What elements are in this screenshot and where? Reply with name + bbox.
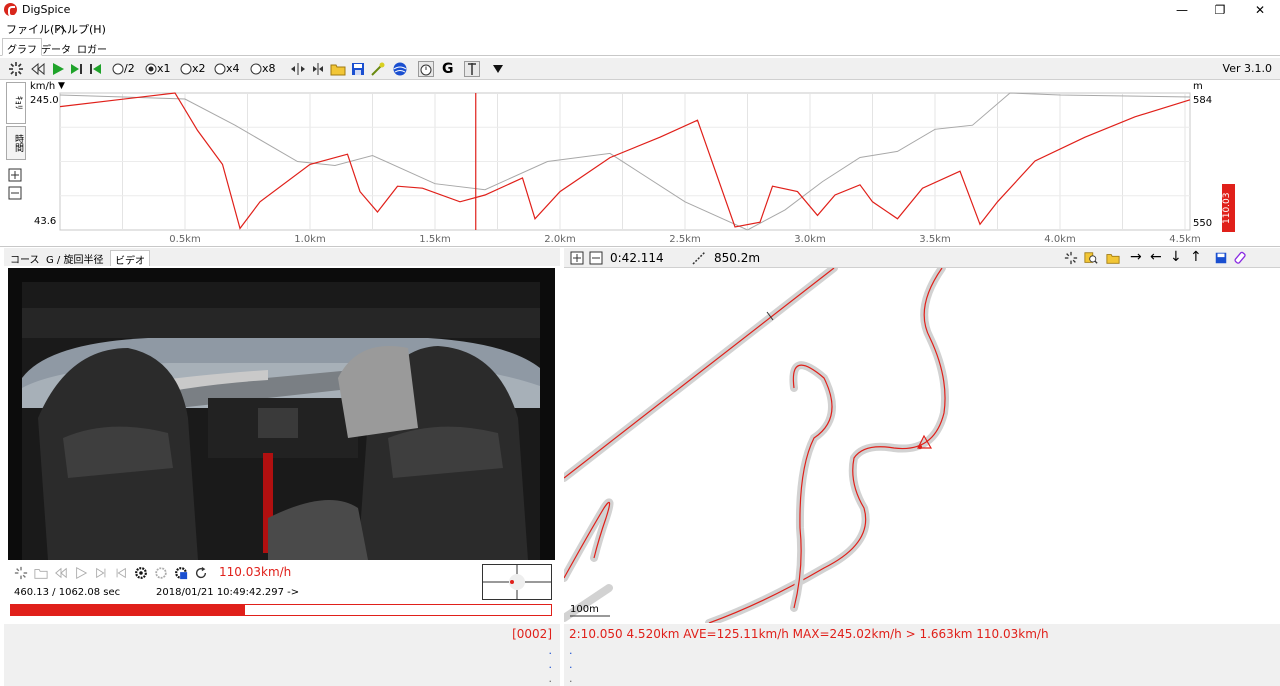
cursor-marker-icon[interactable] [464,61,480,77]
step-forward-icon[interactable] [68,61,84,77]
video-sync-gear-icon[interactable] [154,566,168,580]
window-title: DigSpice [22,3,71,16]
minimize-button[interactable]: — [1162,0,1202,20]
x-tick-label: 3.5km [919,234,950,245]
status-dot: . [548,658,553,671]
open-folder-icon[interactable] [330,61,346,77]
x-tick-label: 1.0km [294,234,325,245]
stopwatch-icon[interactable] [418,61,434,77]
lap-summary-text: 2:10.050 4.520km AVE=125.11km/h MAX=245.… [569,627,1049,641]
track-map-drawing [564,268,950,623]
x-tick-label: 1.5km [419,234,450,245]
chart-grid [59,92,1191,231]
video-spinner-icon[interactable] [14,566,28,580]
status-dot: . [569,658,573,671]
x-tick-label: 0.5km [169,234,200,245]
map-zoom-in-icon[interactable] [570,251,584,265]
video-camera-gear-icon[interactable] [174,566,188,580]
x-tick-label: 2.0km [544,234,575,245]
tab-data[interactable]: データ [36,38,76,56]
playback-toolbar: /2 x1 x2 x4 x8 G Ver 3.1.0 [0,58,1280,80]
status-right-panel: 2:10.050 4.520km AVE=125.11km/h MAX=245.… [564,624,1280,686]
speed-label-x4: x4 [226,62,240,75]
play-icon[interactable] [50,61,66,77]
menu-bar: ファイル(F) ヘルプ(H) [0,20,1280,36]
x-tick-label: 2.5km [669,234,700,245]
course-map[interactable]: 100m [564,268,1280,623]
video-settings-gear-icon[interactable] [134,566,148,580]
video-progress-bar[interactable] [10,604,552,616]
x-tick-label: 4.5km [1169,234,1200,245]
expand-horizontal-icon[interactable] [290,61,306,77]
video-speed-readout: 110.03km/h [219,565,292,579]
video-play-icon[interactable] [74,566,88,580]
save-icon[interactable] [350,61,366,77]
speed-label-x8: x8 [262,62,276,75]
video-time-readout: 460.13 / 1062.08 sec [14,587,121,598]
status-dot: . [548,644,553,657]
video-timestamp: 2018/01/21 10:49:42.297 -> [156,587,300,598]
speed-series-line [59,92,1191,230]
map-pan-right-icon[interactable]: → [1130,249,1142,265]
shrink-horizontal-icon[interactable] [310,61,326,77]
spinner-icon[interactable] [8,61,24,77]
status-dot: . [569,644,573,657]
speed-label-half: /2 [124,62,135,75]
status-dot: . [569,672,573,685]
magic-wand-icon[interactable] [370,61,386,77]
left-panel-tabs: コース G / 旋回半径 ビデオ [4,248,560,267]
map-save-icon[interactable] [1214,251,1228,265]
tab-video[interactable]: ビデオ [110,250,150,267]
measure-distance-icon[interactable] [692,251,706,265]
map-pan-up-icon[interactable]: ↑ [1190,249,1202,265]
speed-label-x1: x1 [157,62,171,75]
title-bar: DigSpice — ❐ ✕ [0,0,1280,20]
version-label: Ver 3.1.0 [1222,62,1272,75]
map-pan-down-icon[interactable]: ↓ [1170,249,1182,265]
video-progress-fill [11,605,245,615]
x-axis-ticks: 0.5km 1.0km 1.5km 2.0km 2.5km 3.0km 3.5km 4.0km… [169,234,1200,245]
video-refresh-icon[interactable] [194,566,208,580]
video-thumbnail[interactable] [482,564,552,600]
video-frame[interactable] [8,268,555,560]
menu-help[interactable]: ヘルプ(H) [56,21,106,37]
x-tick-label: 4.0km [1044,234,1075,245]
video-open-folder-icon[interactable] [34,566,48,580]
globe-icon[interactable] [392,61,408,77]
map-toolbar: 0:42.114 850.2m → ← ↓ ↑ [564,248,1280,268]
main-tab-bar: グラフ データ ロガー [0,36,1280,56]
status-dot: . [548,672,553,685]
app-logo-icon [4,3,17,17]
map-lap-time: 0:42.114 [610,251,664,265]
tab-course[interactable]: コース [6,250,44,266]
map-scale-label: 100m [570,604,599,615]
close-button[interactable]: ✕ [1240,0,1280,20]
map-pan-left-icon[interactable]: ← [1150,249,1162,265]
video-controls: 110.03km/h 460.13 / 1062.08 sec 2018/01/… [8,562,555,622]
rewind-icon[interactable] [30,61,46,77]
map-eraser-icon[interactable] [1234,251,1248,265]
status-left-panel: [0002] . . . [4,624,560,686]
g-force-button[interactable]: G [442,61,454,77]
speed-label-x2: x2 [192,62,206,75]
dropdown-arrow-icon[interactable] [490,61,506,77]
map-search-icon[interactable] [1084,251,1098,265]
map-open-folder-icon[interactable] [1106,251,1120,265]
map-zoom-out-icon[interactable] [589,251,603,265]
map-distance: 850.2m [714,251,761,265]
tab-logger[interactable]: ロガー [72,38,112,56]
video-rewind-icon[interactable] [54,566,68,580]
speed-altitude-chart[interactable]: 0.5km 1.0km 1.5km 2.0km 2.5km 3.0km 3.5km 4.0km… [0,80,1280,246]
tab-g-radius[interactable]: G / 旋回半径 [42,250,107,266]
restore-button[interactable]: ❐ [1200,0,1240,20]
step-back-icon[interactable] [88,61,104,77]
in-car-video-image [8,268,555,560]
x-tick-label: 3.0km [794,234,825,245]
video-step-back-icon[interactable] [114,566,128,580]
map-spinner-icon[interactable] [1064,251,1078,265]
video-step-forward-icon[interactable] [94,566,108,580]
graph-panel: ｷｮﾘ 時間 km/h ▼ 245.0 43.6 m 584 550 110.0… [0,80,1280,247]
status-code: [0002] [512,627,552,641]
